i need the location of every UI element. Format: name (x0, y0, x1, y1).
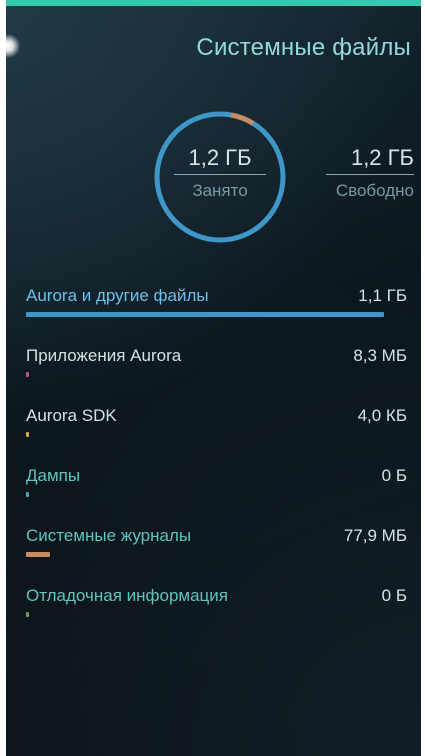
usage-bar-track (26, 492, 384, 497)
item-name: Aurora SDK (26, 406, 117, 425)
free-label: Свободно (335, 181, 414, 200)
usage-bar-track (26, 432, 384, 437)
list-item-dumps[interactable]: Дампы 0 Б (6, 460, 421, 520)
usage-bar (26, 612, 29, 617)
item-size: 8,3 МБ (353, 346, 407, 365)
item-size: 0 Б (381, 586, 407, 605)
used-label: Занято (192, 181, 248, 200)
storage-category-list: Aurora и другие файлы 1,1 ГБ Приложения … (6, 280, 421, 640)
item-size: 1,1 ГБ (358, 286, 407, 305)
free-stat: 1,2 ГБ Свободно (310, 145, 414, 202)
used-stat: 1,2 ГБ Занято (174, 145, 266, 202)
top-accent-bar (6, 0, 421, 6)
usage-bar-track (26, 552, 384, 557)
list-item-system-logs[interactable]: Системные журналы 77,9 МБ (6, 520, 421, 580)
item-size: 77,9 МБ (343, 526, 407, 545)
usage-bar (26, 312, 384, 317)
item-size: 0 Б (381, 466, 407, 485)
item-name: Дампы (26, 466, 81, 485)
usage-bar-track (26, 312, 384, 317)
list-item-aurora-sdk[interactable]: Aurora SDK 4,0 КБ (6, 400, 421, 460)
free-divider (326, 174, 414, 175)
free-value: 1,2 ГБ (350, 145, 414, 170)
usage-bar-track (26, 372, 384, 377)
item-name: Отладочная информация (26, 586, 228, 605)
page-title: Системные файлы (196, 34, 411, 61)
usage-bar (26, 552, 51, 557)
item-name: Системные журналы (26, 526, 192, 545)
list-item-aurora-files[interactable]: Aurora и другие файлы 1,1 ГБ (6, 280, 421, 340)
used-divider (174, 174, 266, 175)
item-name: Приложения Aurora (26, 346, 182, 365)
pulley-menu-indicator[interactable] (6, 34, 20, 58)
item-size: 4,0 КБ (357, 406, 407, 425)
used-value: 1,2 ГБ (188, 145, 252, 170)
usage-bar (26, 492, 29, 497)
storage-screen: Системные файлы 1,2 ГБ Занято 1,2 ГБ Сво… (6, 0, 421, 756)
list-item-aurora-apps[interactable]: Приложения Aurora 8,3 МБ (6, 340, 421, 400)
usage-bar (26, 372, 29, 377)
list-item-debug-info[interactable]: Отладочная информация 0 Б (6, 580, 421, 640)
usage-bar (26, 432, 29, 437)
usage-bar-track (26, 612, 384, 617)
item-name: Aurora и другие файлы (26, 286, 209, 305)
